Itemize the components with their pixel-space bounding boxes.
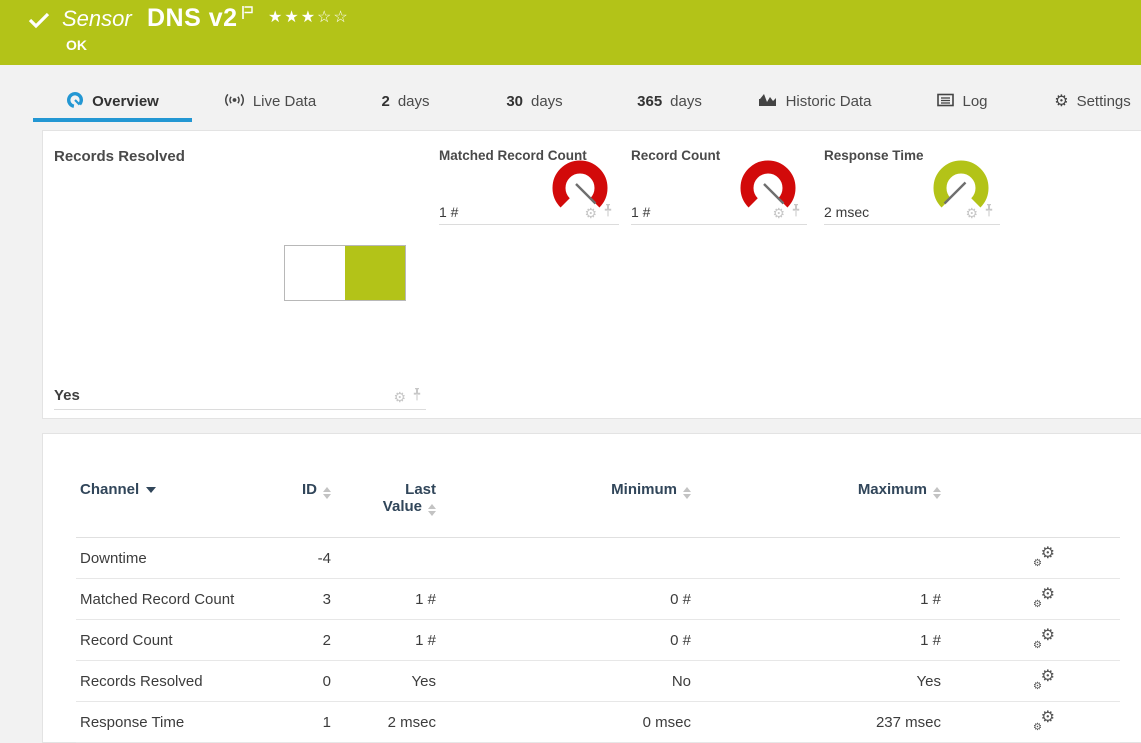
channel-settings-gears-icon[interactable]: ⚙⚙ — [1033, 630, 1055, 650]
channel-settings-gears-icon[interactable]: ⚙⚙ — [1033, 671, 1055, 691]
channel-table: Channel ID Last Value Minimum Maximum — [76, 434, 1120, 743]
sensor-header: Sensor DNS v2 ★★★☆☆ OK — [0, 0, 1141, 65]
panel-gear-icon[interactable]: ⚙ — [965, 206, 978, 220]
log-icon — [937, 93, 954, 111]
status-badge: OK — [66, 37, 87, 53]
tab-settings[interactable]: ⚙ Settings — [1040, 85, 1141, 118]
cell-last-value: Yes — [331, 673, 436, 690]
tab-365-days-label: days — [670, 93, 702, 110]
table-header-row: Channel ID Last Value Minimum Maximum — [76, 434, 1120, 538]
channel-settings-gears-icon[interactable]: ⚙⚙ — [1033, 712, 1055, 732]
overview-card: Records Resolved Yes ⚙ Matched Record Co… — [42, 130, 1141, 419]
records-resolved-chart — [284, 245, 406, 301]
records-resolved-value: Yes — [54, 387, 80, 404]
cell-last-value: 1 # — [331, 632, 436, 649]
table-row-matched-record-count[interactable]: Matched Record Count 3 1 # 0 # 1 # ⚙⚙ — [76, 579, 1120, 620]
cell-last-value: 2 msec — [331, 714, 436, 731]
cell-maximum: 1 # — [691, 591, 941, 608]
records-resolved-panel: Records Resolved Yes ⚙ — [54, 148, 426, 410]
channels-card: Channel ID Last Value Minimum Maximum — [42, 433, 1141, 743]
tab-30-days[interactable]: 30 days — [492, 85, 577, 118]
tab-2-days-label: days — [398, 93, 430, 110]
tab-overview-label: Overview — [92, 93, 159, 110]
cell-id: -4 — [266, 550, 331, 567]
panel-gear-icon[interactable]: ⚙ — [393, 390, 406, 404]
area-chart-icon — [759, 92, 778, 111]
cell-id: 2 — [266, 632, 331, 649]
gear-icon: ⚙ — [1054, 94, 1068, 110]
cell-maximum: 237 msec — [691, 714, 941, 731]
table-row-response-time[interactable]: Response Time 1 2 msec 0 msec 237 msec ⚙… — [76, 702, 1120, 743]
object-type-label: Sensor — [62, 6, 132, 32]
cell-minimum: 0 # — [436, 632, 691, 649]
tab-2-days[interactable]: 2 days — [368, 85, 443, 118]
cell-minimum: 0 # — [436, 591, 691, 608]
cell-channel: Downtime — [76, 550, 266, 567]
tab-bar: Overview Live Data 2 days 30 days 365 da… — [0, 85, 1141, 118]
gauge-value: 1 # — [631, 204, 650, 220]
header-minimum[interactable]: Minimum — [436, 481, 691, 499]
gauge-panel-record-count: Record Count 1 # ⚙ — [631, 148, 807, 225]
flag-icon[interactable] — [241, 5, 254, 25]
tab-overview[interactable]: Overview — [33, 85, 192, 118]
cell-id: 0 — [266, 673, 331, 690]
tab-30-days-label: days — [531, 93, 563, 110]
channel-settings-gears-icon[interactable]: ⚙⚙ — [1033, 589, 1055, 609]
cell-minimum: 0 msec — [436, 714, 691, 731]
tab-historic-data[interactable]: Historic Data — [745, 85, 885, 118]
tab-log[interactable]: Log — [925, 85, 1000, 118]
pin-icon[interactable] — [791, 204, 801, 222]
panel-gear-icon[interactable]: ⚙ — [772, 206, 785, 220]
tab-2-days-number: 2 — [381, 93, 389, 110]
cell-channel: Matched Record Count — [76, 591, 266, 608]
cell-channel: Response Time — [76, 714, 266, 731]
cell-channel: Record Count — [76, 632, 266, 649]
channel-settings-gears-icon[interactable]: ⚙⚙ — [1033, 548, 1055, 568]
tab-settings-label: Settings — [1077, 93, 1131, 110]
pin-icon[interactable] — [412, 388, 422, 406]
tab-live-data[interactable]: Live Data — [205, 85, 335, 118]
gauge-icon — [66, 91, 84, 113]
status-check-icon — [28, 11, 50, 34]
cell-last-value: 1 # — [331, 591, 436, 608]
panel-gear-icon[interactable]: ⚙ — [584, 206, 597, 220]
tab-30-days-number: 30 — [506, 93, 523, 110]
tab-365-days[interactable]: 365 days — [622, 85, 717, 118]
gauge-value: 1 # — [439, 204, 458, 220]
pin-icon[interactable] — [984, 204, 994, 222]
broadcast-icon — [224, 92, 245, 112]
priority-stars[interactable]: ★★★☆☆ — [268, 7, 350, 27]
sensor-overview-page: Sensor DNS v2 ★★★☆☆ OK Overview — [0, 0, 1141, 743]
header-id[interactable]: ID — [266, 481, 331, 499]
table-row-records-resolved[interactable]: Records Resolved 0 Yes No Yes ⚙⚙ — [76, 661, 1120, 702]
table-row-record-count[interactable]: Record Count 2 1 # 0 # 1 # ⚙⚙ — [76, 620, 1120, 661]
sensor-name: DNS v2 — [147, 4, 238, 33]
tab-live-data-label: Live Data — [253, 93, 316, 110]
header-last-value[interactable]: Last Value — [331, 481, 436, 516]
sort-arrows-icon — [933, 487, 941, 499]
cell-minimum: No — [436, 673, 691, 690]
cell-channel: Records Resolved — [76, 673, 266, 690]
panel-title: Records Resolved — [54, 148, 426, 165]
header-channel[interactable]: Channel — [76, 481, 266, 498]
sort-caret-down-icon — [146, 487, 156, 493]
gauge-value: 2 msec — [824, 204, 869, 220]
table-row-downtime[interactable]: Downtime -4 ⚙⚙ — [76, 538, 1120, 579]
cell-maximum: Yes — [691, 673, 941, 690]
pin-icon[interactable] — [603, 204, 613, 222]
sort-arrows-icon — [428, 504, 436, 516]
sort-arrows-icon — [323, 487, 331, 499]
tab-historic-data-label: Historic Data — [786, 93, 872, 110]
header-maximum[interactable]: Maximum — [691, 481, 941, 499]
sort-arrows-icon — [683, 487, 691, 499]
gauge-panel-matched-record-count: Matched Record Count 1 # ⚙ — [439, 148, 619, 225]
cell-maximum: 1 # — [691, 632, 941, 649]
cell-id: 1 — [266, 714, 331, 731]
gauge-panel-response-time: Response Time 2 msec ⚙ — [824, 148, 1000, 225]
tab-365-days-number: 365 — [637, 93, 662, 110]
cell-id: 3 — [266, 591, 331, 608]
tab-log-label: Log — [962, 93, 987, 110]
